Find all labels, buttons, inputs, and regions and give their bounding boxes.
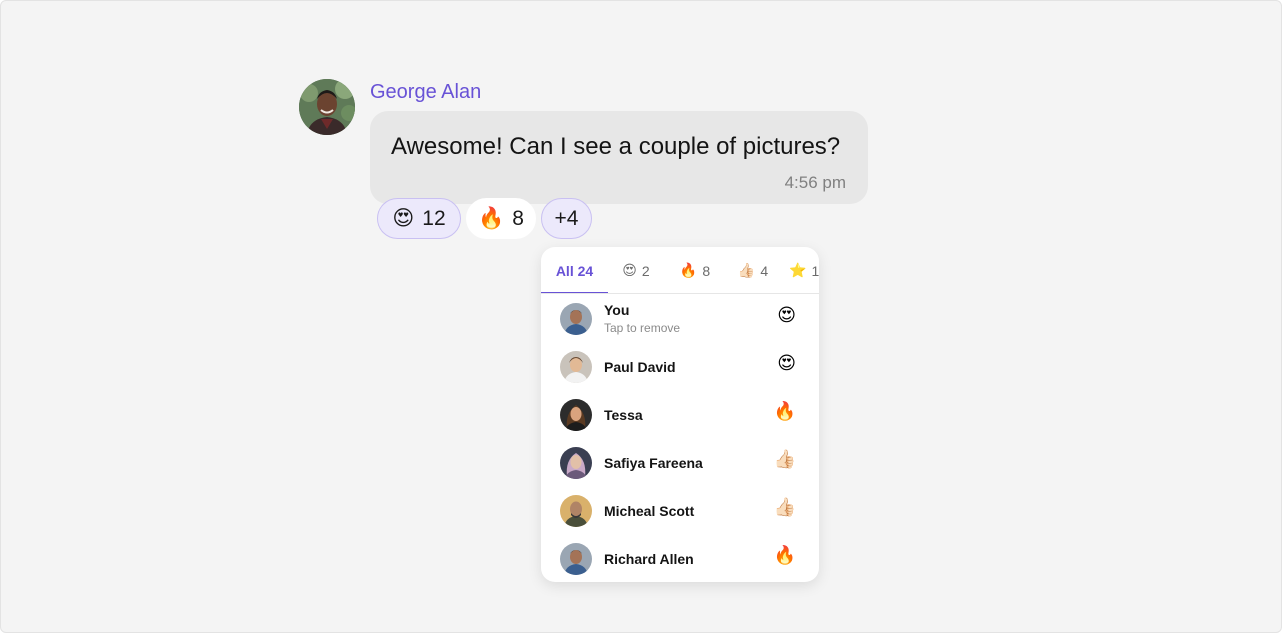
reaction-user-row[interactable]: Tessa 🔥 <box>541 391 819 439</box>
reactions-panel: All 24 😍 2 🔥 8 👍🏻 4 ⭐ 1 You Tap to remov… <box>541 247 819 582</box>
user-name: Tessa <box>604 407 643 423</box>
message-bubble[interactable]: Awesome! Can I see a couple of pictures?… <box>370 111 868 204</box>
avatar-photo-icon <box>560 495 592 527</box>
sender-name: George Alan <box>370 81 482 103</box>
avatar-photo-icon <box>560 351 592 383</box>
tap-to-remove-hint: Tap to remove <box>604 321 681 335</box>
tab-count: 2 <box>641 262 650 279</box>
reaction-user-row[interactable]: Paul David 😍 <box>541 343 819 391</box>
thumbs-up-emoji-icon: 👍🏻 <box>737 262 756 279</box>
tab-all-label: All 24 <box>555 262 594 279</box>
tab-count: 1 <box>811 262 819 279</box>
avatar-photo-icon <box>560 543 592 575</box>
user-name: Micheal Scott <box>604 503 695 519</box>
user-avatar <box>560 543 592 575</box>
fire-emoji-icon: 🔥 <box>773 401 796 422</box>
sender-avatar[interactable] <box>299 79 355 135</box>
tab-star[interactable]: ⭐ 1 <box>789 247 819 293</box>
tab-count: 4 <box>760 262 769 279</box>
avatar-photo-icon <box>560 447 592 479</box>
thumbs-up-emoji-icon: 👍🏻 <box>773 497 796 518</box>
more-reactions-label: +4 <box>554 206 579 230</box>
avatar-photo-icon <box>299 79 355 135</box>
more-reactions-button[interactable]: +4 <box>541 198 592 239</box>
star-emoji-icon: ⭐ <box>789 262 807 279</box>
avatar-photo-icon <box>560 399 592 431</box>
tab-count: 8 <box>702 262 711 279</box>
reaction-user-row[interactable]: You Tap to remove 😍 <box>541 295 819 343</box>
heart-eyes-emoji-icon: 😍 <box>777 353 796 374</box>
fire-emoji-icon: 🔥 <box>679 262 698 279</box>
reaction-count: 12 <box>422 206 446 230</box>
tab-thumbs-up[interactable]: 👍🏻 4 <box>727 247 779 293</box>
reaction-count: 8 <box>512 206 524 230</box>
heart-eyes-emoji-icon: 😍 <box>777 305 796 326</box>
tab-heart-eyes[interactable]: 😍 2 <box>610 247 662 293</box>
fire-emoji-icon: 🔥 <box>773 545 796 566</box>
user-avatar <box>560 351 592 383</box>
reaction-user-row[interactable]: Safiya Fareena 👍🏻 <box>541 439 819 487</box>
chat-canvas: George Alan Awesome! Can I see a couple … <box>0 0 1282 633</box>
tab-all[interactable]: All 24 <box>541 247 608 293</box>
reaction-tabs: All 24 😍 2 🔥 8 👍🏻 4 ⭐ 1 <box>541 247 819 294</box>
heart-eyes-emoji-icon: 😍 <box>622 262 637 279</box>
message-text: Awesome! Can I see a couple of pictures? <box>391 133 841 160</box>
user-name: Richard Allen <box>604 551 694 567</box>
user-avatar <box>560 447 592 479</box>
tab-fire[interactable]: 🔥 8 <box>669 247 721 293</box>
user-name: Paul David <box>604 359 676 375</box>
reaction-chip-heart-eyes[interactable]: 😍 12 <box>377 198 461 239</box>
fire-emoji-icon: 🔥 <box>478 206 505 230</box>
reaction-user-row[interactable]: Micheal Scott 👍🏻 <box>541 487 819 535</box>
avatar-photo-icon <box>560 303 592 335</box>
user-name: Safiya Fareena <box>604 455 703 471</box>
selected-tab-indicator <box>541 292 608 293</box>
thumbs-up-emoji-icon: 👍🏻 <box>773 449 796 470</box>
user-avatar <box>560 495 592 527</box>
reaction-user-row[interactable]: Richard Allen 🔥 <box>541 535 819 582</box>
reaction-chip-fire[interactable]: 🔥 8 <box>466 198 536 239</box>
user-name: You <box>604 302 630 318</box>
message-time: 4:56 pm <box>784 173 846 192</box>
heart-eyes-emoji-icon: 😍 <box>392 206 415 230</box>
user-avatar <box>560 399 592 431</box>
user-avatar <box>560 303 592 335</box>
